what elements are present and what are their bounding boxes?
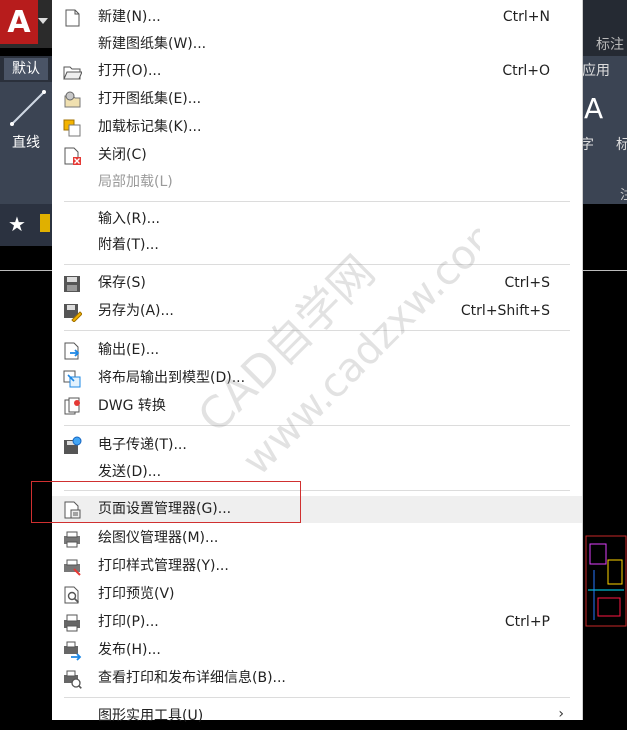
menu-item-etransmit[interactable]: 电子传递(T)... — [52, 432, 582, 459]
publish-icon — [64, 641, 82, 661]
menu-item-plotter-manager[interactable]: 绘图仪管理器(M)... — [52, 525, 582, 552]
tool-icon[interactable] — [40, 214, 50, 232]
menu-item-save[interactable]: 保存(S) Ctrl+S — [52, 270, 582, 297]
menu-item-label: 新建图纸集(W)... — [98, 36, 207, 52]
menu-item-label: 查看打印和发布详细信息(B)... — [98, 670, 286, 686]
menu-item-label: 关闭(C) — [98, 147, 147, 163]
menu-item-label: 打开图纸集(E)... — [98, 91, 202, 107]
dwg-convert-icon — [64, 397, 80, 415]
dimension-tool-label: 标 — [616, 137, 627, 153]
application-menu-button[interactable]: A — [0, 0, 52, 48]
menu-item-plot-style-manager[interactable]: 打印样式管理器(Y)... — [52, 553, 582, 580]
menu-item-label: 电子传递(T)... — [98, 437, 187, 453]
drawing-preview — [585, 535, 627, 627]
menu-item-new[interactable]: 新建(N)... Ctrl+N — [52, 4, 582, 31]
menu-item-label: 将布局输出到模型(D)... — [98, 370, 246, 386]
menu-item-label: 打印样式管理器(Y)... — [98, 558, 229, 574]
menu-item-open[interactable]: 打开(O)... Ctrl+O — [52, 58, 582, 85]
plot-details-icon — [64, 670, 82, 689]
menu-item-label: 发送(D)... — [98, 464, 162, 480]
etransmit-icon — [64, 436, 82, 454]
menu-item-open-sheet-set[interactable]: 打开图纸集(E)... — [52, 86, 582, 113]
menu-item-label: 新建(N)... — [98, 9, 161, 25]
folder-open-icon — [63, 66, 82, 80]
menu-separator — [64, 330, 570, 331]
menu-item-load-markup-set[interactable]: 加载标记集(K)... — [52, 114, 582, 141]
line-tool-icon[interactable] — [8, 88, 48, 128]
highlight-annotation-box — [31, 481, 301, 523]
sheet-set-icon — [64, 91, 81, 108]
close-file-icon — [64, 147, 81, 165]
menu-separator — [64, 264, 570, 265]
save-icon — [64, 276, 80, 292]
menu-item-shortcut: Ctrl+N — [502, 9, 550, 25]
menu-item-label: 附着(T)... — [98, 237, 159, 253]
menu-item-plot[interactable]: 打印(P)... Ctrl+P — [52, 609, 582, 636]
menu-item-label: 输入(R)... — [98, 211, 161, 227]
menu-item-label: 绘图仪管理器(M)... — [98, 530, 219, 546]
menu-item-export[interactable]: 输出(E)... — [52, 337, 582, 364]
text-tool-icon[interactable]: A — [584, 92, 603, 125]
plotter-icon — [64, 531, 80, 548]
menu-item-plot-publish-details[interactable]: 查看打印和发布详细信息(B)... — [52, 665, 582, 692]
menu-item-close[interactable]: 关闭(C) — [52, 142, 582, 169]
star-icon[interactable]: ★ — [8, 212, 26, 236]
application-file-menu: 新建(N)... Ctrl+N 新建图纸集(W)... 打开(O)... Ctr… — [52, 0, 583, 724]
menu-item-label: 保存(S) — [98, 275, 146, 291]
menu-item-plot-preview[interactable]: 打印预览(V) — [52, 581, 582, 608]
export-icon — [64, 342, 80, 360]
menu-item-export-layout-to-model[interactable]: 将布局输出到模型(D)... — [52, 365, 582, 392]
annotation-panel-label: 注 — [620, 188, 627, 203]
menu-item-shortcut: Ctrl+P — [504, 614, 550, 630]
menu-item-label: 打开(O)... — [98, 63, 162, 79]
menu-item-drawing-utilities[interactable]: 图形实用工具(U) › — [52, 703, 582, 730]
menu-separator — [64, 697, 570, 698]
save-as-icon — [64, 304, 82, 322]
new-file-icon — [65, 9, 80, 27]
menu-item-dwg-convert[interactable]: DWG 转换 — [52, 393, 582, 420]
menu-item-publish[interactable]: 发布(H)... — [52, 637, 582, 664]
menu-item-label: 打印(P)... — [98, 614, 159, 630]
menu-item-label: 输出(E)... — [98, 342, 160, 358]
line-tool-label: 直线 — [12, 135, 40, 151]
menu-item-label: 另存为(A)... — [98, 303, 174, 319]
menu-item-save-as[interactable]: 另存为(A)... Ctrl+Shift+S — [52, 298, 582, 325]
tab-apps[interactable]: 应用 — [582, 60, 610, 80]
menu-item-import[interactable]: 输入(R)... — [52, 206, 582, 233]
canvas-divider — [582, 270, 627, 271]
tab-default[interactable]: 默认 — [4, 58, 48, 80]
tab-annotate[interactable]: 标注 — [596, 34, 624, 54]
menu-item-label: 发布(H)... — [98, 642, 161, 658]
menu-item-shortcut: Ctrl+Shift+S — [460, 303, 550, 319]
printer-icon — [64, 614, 80, 632]
chevron-down-icon — [38, 18, 48, 24]
menu-item-label: 加载标记集(K)... — [98, 119, 202, 135]
menu-item-new-sheet-set[interactable]: 新建图纸集(W)... — [52, 31, 582, 58]
markup-set-icon — [63, 119, 81, 137]
menu-item-attach[interactable]: 附着(T)... — [52, 232, 582, 259]
layout-export-icon — [63, 370, 81, 388]
menu-item-label: DWG 转换 — [98, 398, 166, 414]
menu-item-partial-load: 局部加载(L) — [52, 169, 582, 196]
menu-item-label: 打印预览(V) — [98, 586, 175, 602]
menu-separator — [64, 201, 570, 202]
menu-separator — [64, 425, 570, 426]
autocad-logo-icon: A — [0, 0, 38, 44]
plot-preview-icon — [64, 586, 80, 604]
plot-style-icon — [64, 559, 81, 576]
menu-item-shortcut: Ctrl+S — [504, 275, 550, 291]
menu-item-label: 局部加载(L) — [98, 174, 173, 190]
menu-item-label: 图形实用工具(U) — [98, 708, 204, 724]
canvas-divider — [0, 270, 52, 271]
menu-item-shortcut: Ctrl+O — [502, 63, 550, 79]
